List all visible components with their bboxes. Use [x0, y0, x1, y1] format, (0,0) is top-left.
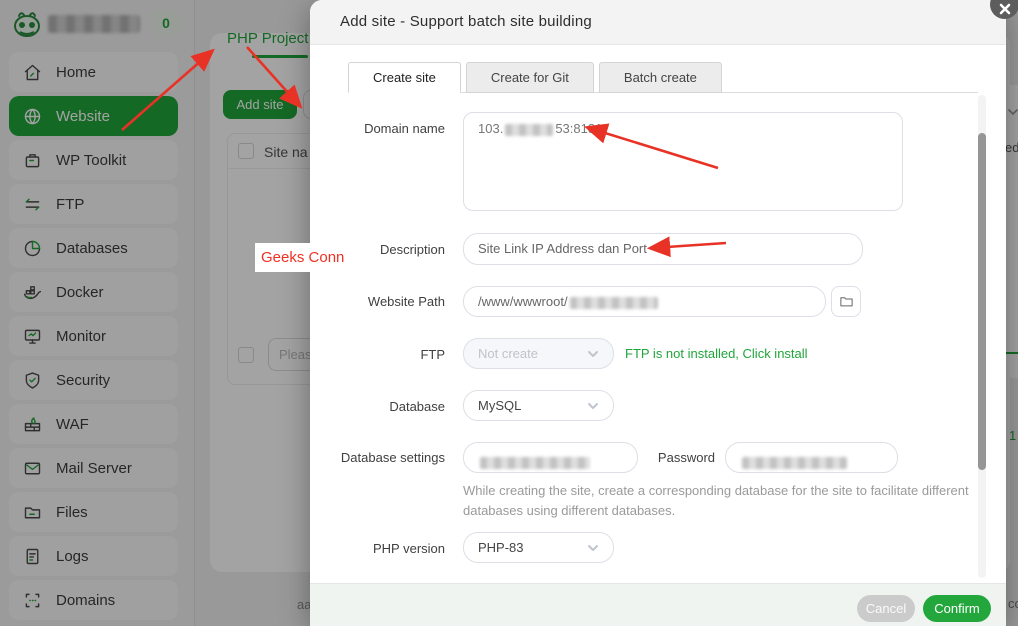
tab-create-for-git[interactable]: Create for Git: [466, 62, 594, 93]
ftp-select[interactable]: Not create: [463, 338, 614, 369]
folder-icon: [839, 294, 854, 309]
database-settings-label: Database settings: [330, 450, 445, 465]
tab-batch-create[interactable]: Batch create: [599, 62, 722, 93]
database-select[interactable]: MySQL: [463, 390, 614, 421]
domain-value-prefix: 103.: [478, 121, 503, 136]
password-label: Password: [600, 450, 715, 465]
website-path-label: Website Path: [330, 294, 445, 309]
domain-value-suffix: 53:8181: [555, 121, 602, 136]
modal-footer: Cancel Confirm: [310, 583, 1006, 626]
chevron-down-icon: [587, 542, 599, 554]
browse-folder-button[interactable]: [831, 286, 861, 317]
modal-scrollbar-thumb[interactable]: [978, 133, 986, 470]
description-input[interactable]: Site Link IP Address dan Port: [463, 233, 863, 265]
ftp-install-link[interactable]: FTP is not installed, Click install: [625, 346, 808, 361]
chevron-down-icon: [587, 400, 599, 412]
website-path-redacted: [570, 297, 658, 309]
modal-header: Add site - Support batch site building: [310, 0, 1006, 45]
domain-name-label: Domain name: [330, 121, 445, 136]
database-password-redacted: [742, 457, 847, 469]
database-helper-text: While creating the site, create a corres…: [463, 481, 973, 521]
domain-name-textarea[interactable]: 103. 53:8181: [463, 112, 903, 211]
screen: 0 Home Website WP Toolkit FTP Databas: [0, 0, 1018, 626]
chevron-down-icon: [587, 348, 599, 360]
database-label: Database: [330, 399, 445, 414]
modal-scrollbar-track[interactable]: [978, 95, 986, 578]
database-username-redacted: [480, 457, 590, 469]
php-version-select[interactable]: PHP-83: [463, 532, 614, 563]
database-password-input[interactable]: [725, 442, 898, 473]
modal-title: Add site - Support batch site building: [340, 13, 592, 30]
database-select-value: MySQL: [478, 391, 521, 420]
php-version-label: PHP version: [330, 541, 445, 556]
description-label: Description: [330, 242, 445, 257]
modal-tabs: Create site Create for Git Batch create: [348, 62, 722, 93]
add-site-modal: Add site - Support batch site building C…: [310, 0, 1006, 626]
php-version-value: PHP-83: [478, 533, 524, 562]
ftp-label: FTP: [330, 347, 445, 362]
website-path-value: /www/wwwroot/: [478, 294, 568, 309]
cancel-button[interactable]: Cancel: [857, 595, 915, 622]
domain-redacted: [505, 124, 553, 136]
confirm-button[interactable]: Confirm: [923, 595, 991, 622]
description-value: Site Link IP Address dan Port: [478, 241, 647, 256]
website-path-input[interactable]: /www/wwwroot/: [463, 286, 826, 317]
tab-create-site[interactable]: Create site: [348, 62, 461, 93]
ftp-select-value: Not create: [478, 339, 538, 368]
